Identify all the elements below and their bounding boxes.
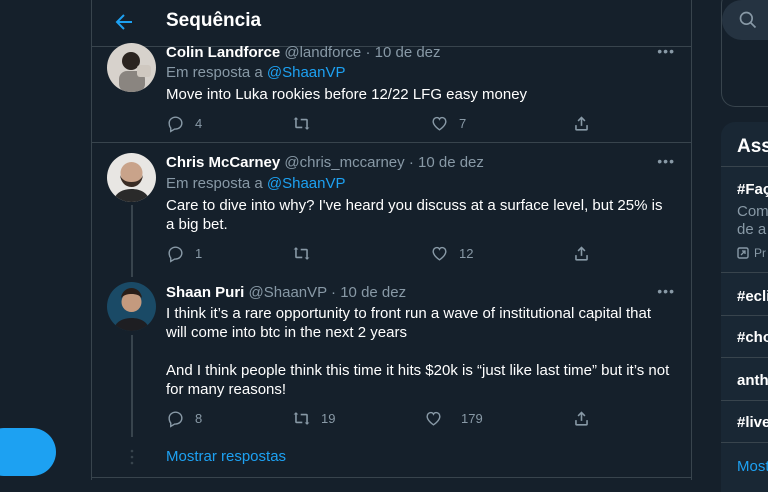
like-button[interactable]: 179: [424, 408, 483, 428]
reply-icon: [168, 115, 183, 133]
like-button[interactable]: 7: [430, 113, 466, 133]
share-button[interactable]: [572, 243, 591, 263]
like-button[interactable]: 12: [430, 243, 473, 263]
reply-context: Em resposta a @ShaanVP: [166, 175, 346, 192]
tweet-header: Chris McCarney @chris_mccarney · 10 de d…: [166, 154, 484, 171]
retweet-icon: [293, 411, 310, 425]
retweet-button[interactable]: [292, 243, 321, 263]
trend-description: de a: [737, 221, 767, 238]
meta-separator: ·: [408, 154, 414, 171]
tweet-actions: 4 7: [166, 113, 606, 133]
trend-item[interactable]: #ecli: [737, 288, 768, 305]
share-button[interactable]: [572, 113, 591, 133]
reply-icon: [168, 245, 183, 263]
reply-mention[interactable]: @ShaanVP: [267, 175, 346, 192]
thread-connector: [131, 335, 133, 437]
reply-button[interactable]: 4: [166, 113, 202, 133]
tweet-text: Care to dive into why? I've heard you di…: [166, 197, 667, 233]
like-count: 12: [459, 245, 474, 261]
reply-icon: [168, 410, 183, 428]
trends-title: Ass: [737, 136, 768, 157]
trend-divider: [721, 400, 768, 401]
tweet-divider: [92, 477, 691, 478]
reply-prefix: Em resposta a: [166, 64, 263, 81]
tweet-header: Colin Landforce @landforce · 10 de dez: [166, 44, 441, 61]
tweet-text: I think it’s a rare opportunity to front…: [166, 305, 670, 398]
retweet-button[interactable]: 19: [292, 408, 335, 428]
tweet[interactable]: Shaan Puri @ShaanVP · 10 de dez ••• I th…: [92, 273, 691, 443]
heart-icon: [426, 411, 441, 426]
like-count: 179: [461, 410, 483, 426]
trend-divider: [721, 442, 768, 443]
heart-icon: [432, 116, 447, 131]
back-arrow-icon[interactable]: [112, 10, 136, 34]
thread-dots-icon: [130, 449, 134, 465]
trend-divider: [721, 166, 768, 167]
thread-header: Sequência: [92, 0, 691, 47]
tweet-date[interactable]: 10 de dez: [418, 154, 484, 171]
author-name[interactable]: Chris McCarney: [166, 154, 280, 171]
retweet-count: 19: [321, 410, 336, 426]
reply-button[interactable]: 1: [166, 243, 202, 263]
tweet-date[interactable]: 10 de dez: [375, 44, 441, 61]
share-button[interactable]: [572, 408, 591, 428]
more-options-icon[interactable]: •••: [657, 43, 675, 59]
thread-column: Sequência Colin Landforce @landforce · 1…: [91, 0, 692, 480]
more-options-icon[interactable]: •••: [657, 153, 675, 169]
trend-divider: [721, 357, 768, 358]
share-icon: [575, 115, 588, 131]
share-icon: [575, 245, 588, 261]
heart-icon: [432, 246, 447, 261]
avatar[interactable]: [107, 43, 156, 92]
promoted-label: Pr: [737, 246, 766, 260]
tweet-text: Move into Luka rookies before 12/22 LFG …: [166, 86, 528, 103]
author-name[interactable]: Shaan Puri: [166, 284, 244, 301]
trend-item[interactable]: #Faç: [737, 181, 768, 198]
reply-prefix: Em resposta a: [166, 175, 263, 192]
retweet-icon: [293, 116, 310, 130]
meta-separator: ·: [331, 284, 337, 301]
thread-connector: [131, 205, 133, 277]
avatar[interactable]: [107, 153, 156, 202]
sidebar-card: [721, 0, 768, 107]
reply-button[interactable]: 8: [166, 408, 202, 428]
trend-description: Com: [737, 203, 768, 220]
retweet-button[interactable]: [292, 113, 321, 133]
show-replies-link[interactable]: Mostrar respostas: [166, 448, 286, 465]
show-more-link[interactable]: Most: [737, 458, 768, 475]
tweet-date[interactable]: 10 de dez: [340, 284, 406, 301]
trend-item[interactable]: #live: [737, 414, 768, 431]
author-handle[interactable]: @chris_mccarney: [284, 154, 404, 171]
page-title: Sequência: [166, 10, 262, 31]
tweet-fab-button[interactable]: [0, 428, 56, 476]
reply-count: 1: [195, 245, 203, 261]
more-options-icon[interactable]: •••: [657, 283, 675, 299]
reply-context: Em resposta a @ShaanVP: [166, 64, 346, 81]
tweet[interactable]: Colin Landforce @landforce · 10 de dez •…: [92, 43, 691, 142]
tweet-header: Shaan Puri @ShaanVP · 10 de dez: [166, 284, 406, 301]
reply-count: 8: [195, 410, 203, 426]
author-name[interactable]: Colin Landforce: [166, 44, 280, 61]
trend-divider: [721, 272, 768, 273]
promoted-text: Pr: [754, 246, 766, 260]
tweet[interactable]: Chris McCarney @chris_mccarney · 10 de d…: [92, 143, 691, 277]
trend-divider: [721, 315, 768, 316]
avatar[interactable]: [107, 282, 156, 331]
reply-count: 4: [195, 115, 203, 131]
retweet-icon: [293, 246, 310, 260]
trend-item[interactable]: #cho: [737, 329, 768, 346]
tweet-actions: 1 12: [166, 243, 606, 263]
tweet-actions: 8 19 179: [166, 408, 606, 428]
trends-panel: [721, 122, 768, 492]
author-handle[interactable]: @landforce: [284, 44, 361, 61]
author-handle[interactable]: @ShaanVP: [249, 284, 327, 301]
share-icon: [575, 410, 588, 426]
promoted-icon: [737, 247, 749, 259]
meta-separator: ·: [365, 44, 371, 61]
trend-item[interactable]: anth: [737, 372, 768, 389]
like-count: 7: [459, 115, 467, 131]
reply-mention[interactable]: @ShaanVP: [267, 64, 346, 81]
